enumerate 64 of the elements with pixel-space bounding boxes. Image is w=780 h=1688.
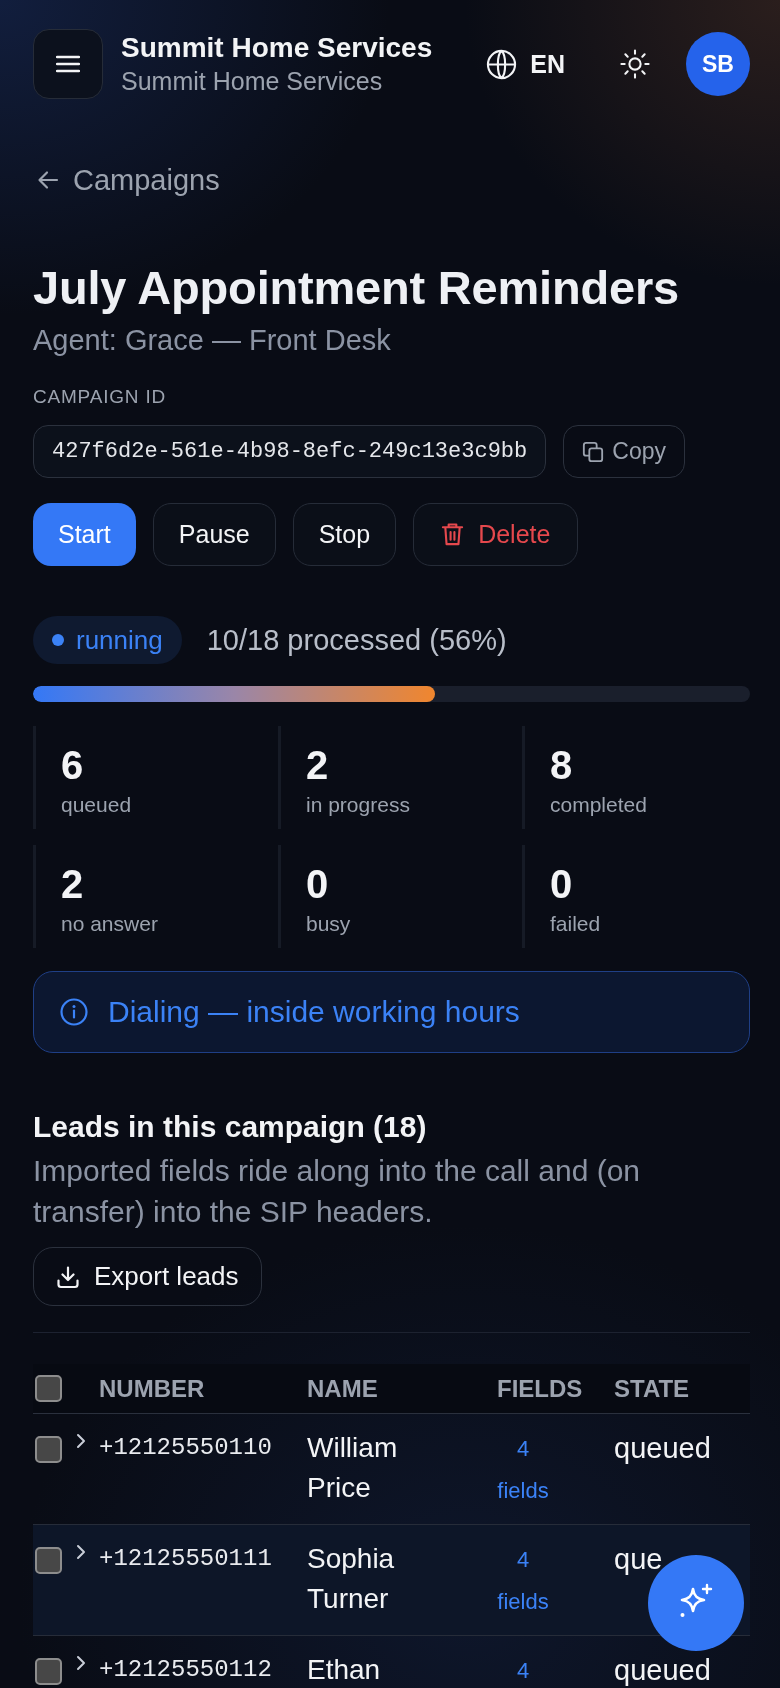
row-checkbox[interactable] <box>35 1436 62 1463</box>
menu-icon <box>56 55 80 73</box>
delete-button[interactable]: Delete <box>413 503 579 566</box>
stat-label: in progress <box>306 792 411 818</box>
avatar[interactable]: SB <box>686 32 750 96</box>
copy-button[interactable]: Copy <box>563 425 685 478</box>
lead-state: que <box>614 1543 663 1575</box>
stat-label: completed <box>550 792 648 818</box>
progress-text: 10/18 processed (56%) <box>206 623 507 657</box>
column-header: FIELDS <box>497 1374 583 1402</box>
lead-state: queued <box>614 1654 711 1686</box>
stat-label: queued <box>61 792 133 818</box>
lead-name: William Price <box>307 1431 399 1505</box>
campaign-id-field[interactable]: 427f6d2e-561e-4b98-8efc-249c13e3c9bb <box>33 425 547 478</box>
info-icon <box>60 998 88 1026</box>
row-checkbox[interactable] <box>35 1547 62 1574</box>
theme-toggle-sun-icon[interactable] <box>620 49 650 79</box>
lead-name: Ethan <box>307 1653 382 1687</box>
stat-value: 2 <box>61 862 85 906</box>
action-button[interactable]: Pause <box>152 503 276 566</box>
phone-number: +12125550112 <box>99 1655 272 1685</box>
menu-button[interactable] <box>33 29 103 99</box>
column-header: STATE <box>614 1374 690 1402</box>
language-button[interactable]: EN <box>486 48 565 80</box>
campaign-id-label: CAMPAIGN ID <box>33 385 167 409</box>
stat-label: busy <box>306 911 352 937</box>
export-button[interactable]: Export leads <box>33 1247 262 1306</box>
stat-value: 0 <box>550 862 574 906</box>
stat-value: 8 <box>550 743 574 787</box>
column-header: NUMBER <box>99 1374 205 1402</box>
stat-label: no answer <box>61 911 159 937</box>
fields-link[interactable]: 4 fields <box>495 1428 551 1512</box>
action-button[interactable]: Start <box>33 503 136 566</box>
trash-icon <box>441 522 465 547</box>
lead-name: Sophia Turner <box>307 1542 396 1616</box>
stat-value: 6 <box>61 743 85 787</box>
stat-label: failed <box>550 911 602 937</box>
status-label: running <box>76 624 163 656</box>
copy-icon <box>582 440 605 463</box>
stat-value: 0 <box>306 862 330 906</box>
section-description: Imported fields ride along into the call and (on transfer) into the SIP headers. <box>33 1153 642 1230</box>
section-title: Leads in this campaign (18) <box>33 1109 428 1145</box>
back-link[interactable]: Campaigns <box>33 162 220 198</box>
action-button[interactable]: Stop <box>292 503 397 566</box>
banner-text: Dialing — inside working hours <box>108 995 520 1029</box>
chevron-icon[interactable] <box>76 1433 86 1449</box>
campaign-title: July Appointment Reminders <box>33 260 680 316</box>
chevron-icon[interactable] <box>76 1655 86 1671</box>
globe-icon <box>486 48 518 80</box>
brand-subtitle: Summit Home Services <box>121 66 384 97</box>
lead-state: queued <box>614 1432 711 1464</box>
chevron-icon[interactable] <box>76 1544 86 1560</box>
fields-link[interactable]: 4 <box>495 1650 551 1688</box>
download-icon <box>56 1264 80 1289</box>
status-dot-icon <box>52 634 64 646</box>
phone-number: +12125550111 <box>99 1544 272 1574</box>
select-all-checkbox[interactable] <box>35 1375 62 1402</box>
phone-number: +12125550110 <box>99 1433 272 1463</box>
stat-value: 2 <box>306 743 330 787</box>
row-checkbox[interactable] <box>35 1658 62 1685</box>
column-header: NAME <box>307 1374 378 1402</box>
agent-name: Agent: Grace — Front Desk <box>33 323 392 358</box>
brand-title: Summit Home Services <box>121 31 433 65</box>
fields-link[interactable]: 4 fields <box>495 1539 551 1623</box>
